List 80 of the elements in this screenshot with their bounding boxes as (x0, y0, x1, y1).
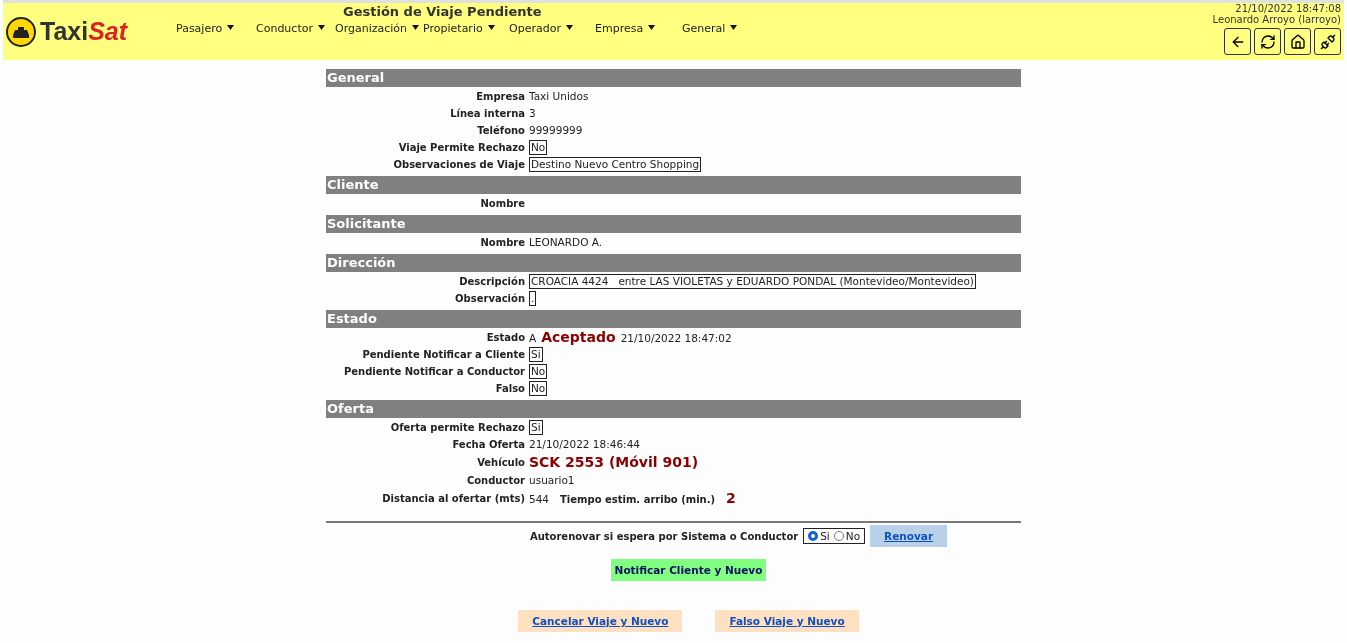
section-header: Cliente (326, 176, 1021, 194)
field-label: Empresa (475, 90, 525, 103)
field-label: Línea interna (449, 107, 525, 120)
field-value: No (529, 381, 548, 396)
taxi-icon (6, 16, 36, 47)
menu-item[interactable]: Operador (509, 22, 592, 35)
field-label: Viaje Permite Rechazo (397, 141, 525, 154)
field-value: No (529, 364, 548, 379)
field-label: Pendiente Notificar a Conductor (342, 365, 525, 378)
caret-icon (317, 25, 325, 30)
field-label: Estado (485, 331, 525, 344)
user-name: Leonardo Arroyo (larroyo) (1212, 14, 1341, 25)
field-label: Observaciones de Viaje (392, 158, 525, 171)
eta-value: 2 (726, 490, 736, 507)
field-value: No (529, 140, 548, 155)
field-label: Oferta permite Rechazo (389, 421, 525, 434)
field-value: Si (529, 347, 543, 362)
radio-button[interactable] (833, 531, 844, 541)
field-label: Pendiente Notificar a Cliente (361, 348, 525, 361)
field-value: usuario1 (529, 474, 575, 487)
plug-icon (1319, 33, 1336, 50)
radio-button[interactable] (808, 531, 819, 541)
notify-button[interactable]: Notificar Cliente y Nuevo (610, 559, 767, 581)
field-label: Descripción (458, 275, 525, 288)
field-value: 3 (529, 107, 536, 120)
field-label: Fecha Oferta (451, 438, 525, 451)
section-header: General (326, 69, 1021, 87)
caret-icon (227, 25, 235, 30)
field-label: Distancia al ofertar (mts) (381, 492, 525, 505)
field-label: Nombre (479, 197, 525, 210)
page-title: Gestión de Viaje Pendiente (343, 4, 542, 19)
field-label: Nombre (479, 236, 525, 249)
field-value: 21/10/2022 18:46:44 (529, 438, 640, 451)
field-value: CROACIA 4424 entre LAS VIOLETAS y EDUARDO PONDAL (Montevideo/Montevideo) (529, 274, 976, 289)
caret-icon (730, 25, 738, 30)
field-label: Observación (454, 292, 525, 305)
action-button[interactable]: Cancelar Viaje y Nuevo (518, 610, 683, 632)
autorenew-label: Autorenovar si espera por Sistema o Conductor (529, 530, 799, 542)
field-label: Vehículo (476, 456, 525, 469)
section-header: Dirección (326, 254, 1021, 272)
field-label: Falso (494, 382, 525, 395)
field-label: Teléfono (476, 124, 525, 137)
field-label: Tiempo estim. arribo (min.) (560, 493, 716, 506)
action-button[interactable]: Falso Viaje y Nuevo (715, 610, 859, 632)
caret-icon (648, 25, 656, 30)
status-value: Aceptado (541, 329, 616, 346)
home-icon (1289, 33, 1306, 50)
plug-button[interactable] (1314, 28, 1341, 55)
field-label: Conductor (465, 474, 525, 487)
refresh-button[interactable] (1254, 28, 1281, 55)
radio-label: No (845, 530, 861, 542)
menu-item[interactable]: Pasajero (176, 22, 252, 35)
field-value: 99999999 (529, 124, 583, 137)
caret-icon (565, 25, 573, 30)
field-value: . (529, 291, 537, 306)
back-button[interactable] (1224, 28, 1251, 55)
datetime: 21/10/2022 18:47:08 (1235, 3, 1341, 14)
radio-label: Si (820, 530, 830, 542)
menu-item[interactable]: Propietario (423, 22, 506, 35)
menu-item[interactable]: Empresa (595, 22, 679, 35)
menu-item[interactable]: Conductor (256, 22, 331, 35)
renew-button[interactable]: Renovar (870, 525, 948, 547)
status-time: 21/10/2022 18:47:02 (620, 332, 732, 345)
logo-text: TaxiSat (40, 17, 128, 46)
section-header: Estado (326, 310, 1021, 328)
section-header: Oferta (326, 400, 1021, 418)
menu-item[interactable]: General (682, 22, 753, 35)
home-button[interactable] (1284, 28, 1311, 55)
section-header: Solicitante (326, 215, 1021, 233)
vehicle-value: SCK 2553 (Móvil 901) (529, 454, 699, 471)
field-value: Taxi Unidos (529, 90, 589, 103)
status-code: A (529, 332, 537, 345)
field-value: LEONARDO A. (529, 236, 603, 249)
menu-item[interactable]: Organización (335, 22, 420, 35)
caret-icon (412, 25, 420, 30)
refresh-icon (1259, 33, 1276, 50)
field-value: 544 (529, 493, 550, 506)
caret-icon (487, 25, 495, 30)
field-value: Si (529, 420, 543, 435)
field-value: Destino Nuevo Centro Shopping (529, 157, 702, 172)
